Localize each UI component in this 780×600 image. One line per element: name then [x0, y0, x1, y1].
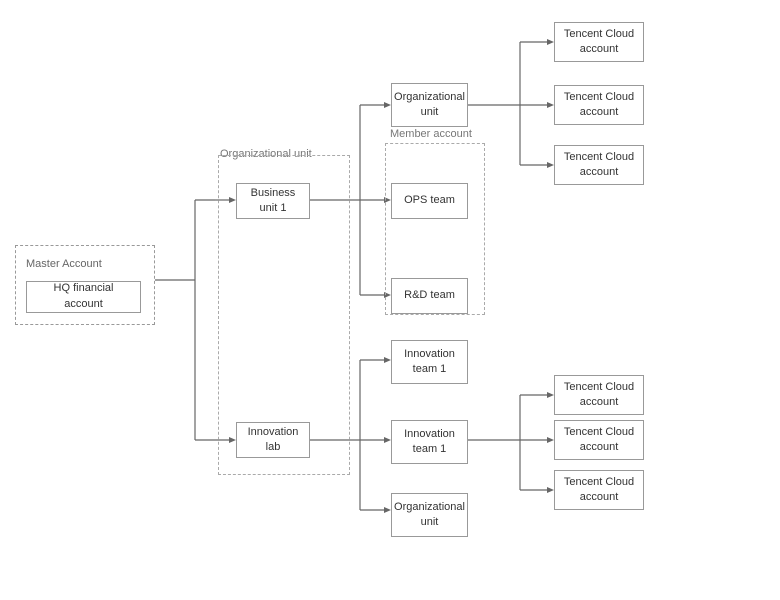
org-unit-left-group [218, 155, 350, 475]
tencent-account-5-node: Tencent Cloud account [554, 420, 644, 460]
tencent-account-4-node: Tencent Cloud account [554, 375, 644, 415]
diagram: Master Account HQ financial account Orga… [0, 0, 780, 600]
hq-financial-node: HQ financial account [26, 281, 141, 313]
ops-team-node: OPS team [391, 183, 468, 219]
tencent-account-6-node: Tencent Cloud account [554, 470, 644, 510]
member-account-label: Member account [390, 128, 472, 140]
tencent-account-3-node: Tencent Cloud account [554, 145, 644, 185]
org-unit-bottom-node: Organizational unit [391, 493, 468, 537]
tencent-account-2-node: Tencent Cloud account [554, 85, 644, 125]
org-unit-top-node: Organizational unit [391, 83, 468, 127]
rd-team-node: R&D team [391, 278, 468, 314]
innovation-team-1a-node: Innovation team 1 [391, 340, 468, 384]
tencent-account-1-node: Tencent Cloud account [554, 22, 644, 62]
master-account-label: Master Account [26, 257, 102, 272]
innovation-team-1b-node: Innovation team 1 [391, 420, 468, 464]
master-account-container: Master Account HQ financial account [15, 245, 155, 325]
